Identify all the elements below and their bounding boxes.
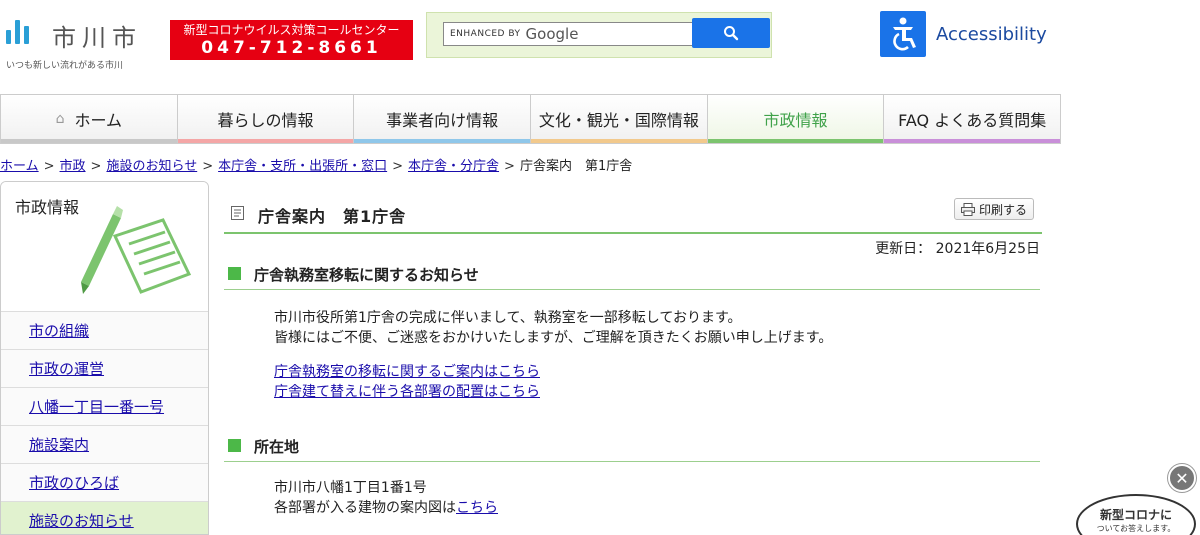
nav-strip [531,139,707,143]
relocation-line-1: 市川市役所第1庁舎の完成に伴いまして、執務室を一部移転しております。 [274,310,742,326]
nav-home[interactable]: ⌂ ホーム [1,95,178,143]
breadcrumb-link[interactable]: 本庁舎・分庁舎 [408,159,499,174]
search-enhanced-label: ENHANCED BY [450,29,521,39]
relocation-guide-link[interactable]: 庁舎執務室の移転に関するご案内はこちら [274,364,540,380]
sidebar-item-facility-notices[interactable]: 施設のお知らせ [1,502,208,534]
sidebar: 市政情報 市の組織 市政の運営 八幡一丁目一番一号 施設案内 市政のひろば 施設… [0,181,209,535]
section-heading-relocation: 庁舎執務室移転に関するお知らせ [224,262,1040,290]
nav-strip [707,139,884,143]
printer-icon [960,202,975,216]
updated-date: 更新日： 2021年6月25日 [875,241,1040,257]
sidebar-item-yawata[interactable]: 八幡一丁目一番一号 [1,388,208,426]
sidebar-item-label[interactable]: 市政のひろば [29,472,119,493]
sidebar-header: 市政情報 [1,182,208,312]
site-search: ENHANCED BY Google [426,12,772,58]
search-icon [724,26,739,41]
logo-title: 市川市 [52,24,142,52]
building-guide-text: 各部署が入る建物の案内図は [274,500,456,516]
main-content: 庁舎案内 第1庁舎 印刷する 更新日： 2021年6月25日 庁舎執務室移転に関… [224,190,1042,516]
corona-faq-badge[interactable]: 新型コロナに ついてお答えします。 [1076,494,1196,535]
nav-culture[interactable]: 文化・観光・国際情報 [531,95,708,143]
location-text: 市川市八幡1丁目1番1号 各部署が入る建物の案内図はこちら [274,478,498,518]
sidebar-item-label[interactable]: 市政の運営 [29,358,104,379]
logo-slogan: いつも新しい流れがある市川 [6,61,124,71]
relocation-text: 市川市役所第1庁舎の完成に伴いまして、執務室を一部移転しております。 皆様にはご… [274,308,832,348]
corona-badge-title: 新型コロナに [1099,508,1172,522]
nav-faq[interactable]: FAQ よくある質問集 [884,95,1061,143]
breadcrumb-current: 庁舎案内 第1庁舎 [519,159,633,174]
print-label: 印刷する [978,202,1027,217]
sidebar-item-plaza[interactable]: 市政のひろば [1,464,208,502]
sidebar-item-label[interactable]: 施設のお知らせ [29,510,134,531]
nav-business[interactable]: 事業者向け情報 [354,95,532,143]
breadcrumb-link[interactable]: 市政 [60,159,86,174]
search-button[interactable] [692,18,770,48]
breadcrumb-separator: > [392,159,404,174]
breadcrumb-separator: > [43,159,55,174]
sidebar-item-label[interactable]: 八幡一丁目一番一号 [29,396,164,417]
print-button[interactable]: 印刷する [953,198,1034,220]
page-title: 庁舎案内 第1庁舎 [258,207,407,226]
logo-mark-icon [6,20,36,44]
corona-badge-subtitle: ついてお答えします。 [1096,524,1176,533]
global-nav: ⌂ ホーム 暮らしの情報 事業者向け情報 文化・観光・国際情報 市政情報 FAQ… [0,94,1061,144]
sidebar-title: 市政情報 [15,198,80,217]
nav-living[interactable]: 暮らしの情報 [177,95,355,143]
address: 市川市八幡1丁目1番1号 [274,480,427,496]
breadcrumb-separator: > [504,159,515,174]
breadcrumb-link[interactable]: 施設のお知らせ [106,159,197,174]
close-icon[interactable]: ✕ [1168,464,1196,492]
corona-callcenter-banner[interactable]: 新型コロナウイルス対策コールセンター 047-712-8661 [170,20,413,60]
department-layout-link[interactable]: 庁舎建て替えに伴う各部署の配置はこちら [274,384,540,400]
nav-strip [1,139,177,143]
section-square-icon [228,267,241,280]
sidebar-item-facility-guide[interactable]: 施設案内 [1,426,208,464]
building-guide-link[interactable]: こちら [456,500,498,516]
accessibility-label: Accessibility [936,23,1047,45]
section-square-icon [228,439,241,452]
section-heading-label: 庁舎執務室移転に関するお知らせ [254,266,479,284]
accessibility-link[interactable]: Accessibility [880,11,1047,57]
accessibility-icon [880,11,926,57]
sidebar-item-organization[interactable]: 市の組織 [1,312,208,350]
breadcrumb: ホーム > 市政 > 施設のお知らせ > 本庁舎・支所・出張所・窓口 > 本庁舎・分庁舎 > 庁舎案… [0,155,632,174]
nav-city-government[interactable]: 市政情報 [707,95,885,143]
breadcrumb-link[interactable]: ホーム [0,159,39,174]
page-header: 庁舎案内 第1庁舎 印刷する [224,190,1042,234]
nav-business-label: 事業者向け情報 [386,111,499,130]
section-heading-location: 所在地 [224,434,1040,462]
relocation-links: 庁舎執務室の移転に関するご案内はこちら 庁舎建て替えに伴う各部署の配置はこちら [274,362,540,402]
document-pencil-illustration-icon [81,206,192,294]
sidebar-menu: 市の組織 市政の運営 八幡一丁目一番一号 施設案内 市政のひろば 施設のお知らせ [1,312,208,534]
nav-faq-label: FAQ よくある質問集 [898,111,1047,130]
site-logo[interactable]: 市川市 いつも新しい流れがある市川 [6,18,156,71]
breadcrumb-link[interactable]: 本庁舎・支所・出張所・窓口 [218,159,387,174]
nav-living-label: 暮らしの情報 [217,111,314,130]
breadcrumb-separator: > [90,159,102,174]
relocation-line-2: 皆様にはご不便、ご迷惑をおかけいたしますが、ご理解を頂きたくお願い申し上げます。 [274,330,833,346]
sidebar-item-label[interactable]: 市の組織 [29,320,89,341]
corona-banner-title: 新型コロナウイルス対策コールセンター [183,23,400,37]
breadcrumb-separator: > [202,159,214,174]
nav-city-government-label: 市政情報 [763,111,828,130]
search-input[interactable]: ENHANCED BY Google [443,22,699,46]
nav-strip [177,139,354,143]
search-google-label: Google [525,25,579,43]
sidebar-item-administration[interactable]: 市政の運営 [1,350,208,388]
nav-strip [884,139,1061,143]
section-heading-label: 所在地 [254,438,300,456]
nav-home-label: ホーム [74,111,123,130]
nav-culture-label: 文化・観光・国際情報 [538,111,699,130]
nav-strip [354,139,531,143]
home-icon: ⌂ [55,111,65,127]
corona-banner-phone: 047-712-8661 [201,38,382,58]
sidebar-item-label[interactable]: 施設案内 [29,434,89,455]
document-icon [231,206,244,220]
